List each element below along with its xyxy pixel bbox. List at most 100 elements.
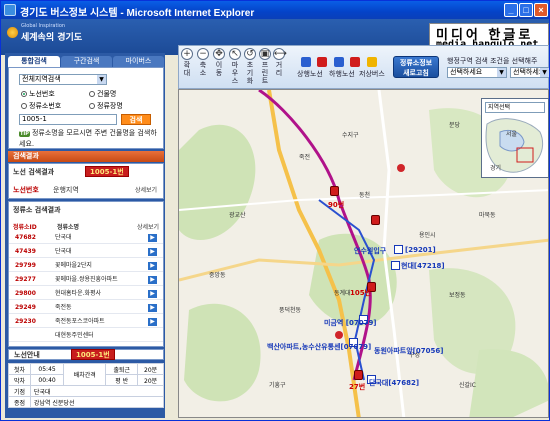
- map-poi: [397, 164, 405, 172]
- table-row[interactable]: 대현동주민센터: [9, 330, 163, 342]
- stop-label: 연수원입구: [354, 247, 387, 255]
- green-area: [184, 303, 261, 402]
- area-select-2[interactable]: 선택하세요 ▼: [510, 67, 549, 78]
- logo-tagline: Global Inspiration: [21, 23, 66, 29]
- stop-label: 백산아파트,농수산유통센[07079]: [267, 343, 372, 351]
- bus-label: 90번: [328, 201, 345, 209]
- legend-up-route: 상행노선: [297, 70, 323, 78]
- arrow-right-icon: ▶: [148, 276, 157, 284]
- stop-label: 현대[47218]: [401, 262, 445, 270]
- tool-zoom-out-label: 축소: [199, 61, 207, 77]
- down-route-bus-icon: [334, 57, 344, 67]
- route-detail-link[interactable]: 상세보기: [135, 185, 157, 194]
- map-place-label: 용인시: [419, 232, 436, 239]
- area-hint: 행정구역 검색 조건을 선택해주: [447, 57, 538, 65]
- chevron-down-icon: ▼: [497, 68, 506, 77]
- arrow-right-icon: ▶: [148, 248, 157, 256]
- region-select-value: 전체지역검색: [22, 75, 61, 83]
- close-button[interactable]: ×: [534, 3, 548, 17]
- up-route-bus-icon-2: [317, 57, 327, 67]
- refresh-stop-info-button[interactable]: 정류소정보 새로고침: [393, 56, 439, 78]
- tab-mybus[interactable]: 마이버스: [113, 56, 164, 67]
- map-place-label: 보정동: [449, 292, 466, 299]
- area-inset-map[interactable]: 지역선택 서울 경기: [481, 98, 549, 178]
- tab-section[interactable]: 구간검색: [61, 56, 112, 67]
- zoom-out-icon[interactable]: −: [197, 48, 209, 60]
- mouse-icon[interactable]: ↖: [229, 48, 241, 60]
- map-place-label: 기흥구: [269, 382, 286, 389]
- stop-label: 단국대[47682]: [369, 379, 420, 387]
- search-tip: TIP 정류소명을 모르시면 주변 건물명을 검색하세요.: [19, 129, 157, 148]
- guide-badge: 1005-1번: [71, 349, 115, 360]
- inset-area-select[interactable]: 지역선택: [485, 102, 545, 113]
- site-logo[interactable]: Global Inspiration 세계속의 경기도: [7, 23, 87, 49]
- maximize-button[interactable]: □: [519, 3, 533, 17]
- radio-stop-name[interactable]: 정류장명: [89, 101, 123, 111]
- area-select-1[interactable]: 선택하세요 ▼: [447, 67, 507, 78]
- stop-detail-link[interactable]: 상세보기: [137, 222, 159, 231]
- chevron-down-icon: ▼: [97, 75, 106, 84]
- up-route-bus-icon: [301, 57, 311, 67]
- tool-zoom-in-label: 확대: [183, 61, 191, 77]
- guide-title: 노선안내: [14, 351, 40, 359]
- results-header: 검색결과: [8, 151, 164, 162]
- table-row[interactable]: 29800 현대홈타운.화평사 ▶: [9, 288, 163, 300]
- down-route-bus-icon-2: [350, 57, 360, 67]
- radio-stop-number[interactable]: 정류소번호: [21, 101, 61, 111]
- low-floor-bus-icon: [367, 57, 377, 67]
- legend-low-floor: 저상버스: [359, 70, 385, 78]
- table-row[interactable]: 47439 단국대 ▶: [9, 246, 163, 258]
- table-row[interactable]: 47682 단국대 ▶: [9, 232, 163, 244]
- bus-marker-icon[interactable]: [371, 215, 380, 225]
- tool-reset-label: 초기화: [246, 61, 254, 85]
- tab-integrated[interactable]: 통합검색: [8, 56, 60, 67]
- reset-icon[interactable]: ↺: [244, 48, 256, 60]
- print-icon[interactable]: ▣: [259, 48, 271, 60]
- radio-route-number[interactable]: 노선번호: [21, 89, 55, 99]
- radio-building[interactable]: 건물명: [89, 89, 116, 99]
- map-place-label: 동천: [359, 192, 371, 199]
- bus-marker-icon[interactable]: [330, 186, 339, 196]
- bus-stop-icon[interactable]: [394, 245, 403, 254]
- map-place-label: 신갈IC: [459, 382, 476, 389]
- map-place-label: 수지구: [342, 132, 359, 139]
- ruler-icon[interactable]: ⟷: [273, 48, 287, 60]
- route-results: 노선 검색결과 1005-1번 노선번호 운행지역 상세보기: [8, 163, 164, 199]
- stop-results: 정류소 검색결과 정류소ID 정류소명 상세보기 47682 단국대 ▶ 47439…: [8, 201, 164, 347]
- pan-icon[interactable]: ✥: [213, 48, 225, 60]
- guide-table: 첫차 05:45 배차간격 출퇴근 20분 막차 00:40 평 반 20분 기점 단국대 종점…: [8, 363, 165, 408]
- arrow-right-icon: ▶: [148, 304, 157, 312]
- table-row[interactable]: 29230 죽전동포스코아파트 ▶: [9, 316, 163, 328]
- arrow-right-icon: ▶: [148, 262, 157, 270]
- table-row[interactable]: 29799 꽃메마을2단지 ▶: [9, 260, 163, 272]
- tool-mouse-label: 마우스: [231, 61, 239, 85]
- arrow-right-icon: ▶: [148, 234, 157, 242]
- stop-label: 동계대: [334, 290, 351, 297]
- logo-name: 세계속의 경기도: [21, 33, 83, 43]
- tool-print-label: 프린트: [261, 61, 269, 85]
- zoom-in-icon[interactable]: +: [181, 48, 193, 60]
- stop-label: 미금역 [07079]: [324, 319, 377, 327]
- route-col-number: 노선번호: [13, 186, 39, 194]
- bus-label: 27번: [349, 383, 366, 391]
- bus-marker-icon[interactable]: [354, 370, 363, 380]
- title-bar: 경기도 버스정보 시스템 - Microsoft Internet Explor…: [1, 1, 549, 19]
- route-results-title: 노선 검색결과: [13, 168, 55, 176]
- inset-label: 서울: [506, 131, 518, 138]
- green-area: [469, 349, 548, 417]
- inset-label: 경기: [490, 165, 502, 172]
- bus-stop-icon[interactable]: [391, 261, 400, 270]
- table-row[interactable]: 29249 죽전동 ▶: [9, 302, 163, 314]
- stop-results-title: 정류소 검색결과: [13, 206, 61, 214]
- search-button[interactable]: 검색: [121, 114, 151, 125]
- minimize-button[interactable]: _: [504, 3, 518, 17]
- map-place-label: 분당: [449, 122, 461, 129]
- bus-label: 105번: [350, 289, 372, 297]
- region-select[interactable]: 전체지역검색 ▼: [19, 74, 107, 85]
- search-input[interactable]: 1005-1: [19, 114, 117, 125]
- search-tabs: 통합검색 구간검색 마이버스: [8, 56, 164, 67]
- map-place-label: 풍덕천동: [279, 307, 302, 314]
- tool-distance-label: 거리: [275, 61, 283, 77]
- browser-window: 경기도 버스정보 시스템 - Microsoft Internet Explor…: [0, 0, 550, 421]
- table-row[interactable]: 29277 꽃메마을.쌍용진흥아파트 ▶: [9, 274, 163, 286]
